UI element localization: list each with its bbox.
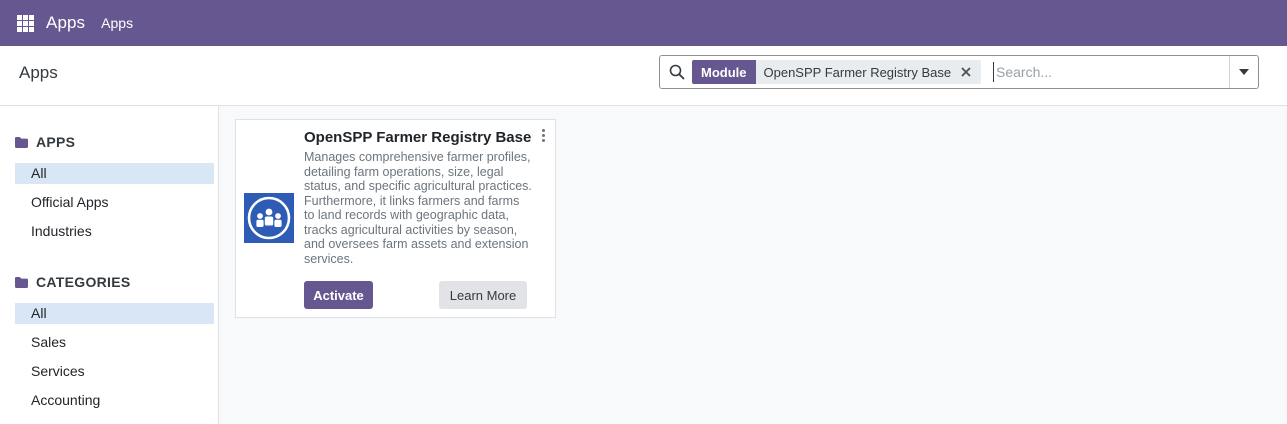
navbar-brand[interactable]: Apps [46, 13, 85, 33]
top-navbar: Apps Apps [0, 0, 1287, 46]
facet-value: OpenSPP Farmer Registry Base [755, 60, 958, 84]
sidebar-item-official-apps[interactable]: Official Apps [15, 192, 214, 213]
navbar-menu-apps[interactable]: Apps [101, 15, 133, 31]
app-card[interactable]: OpenSPP Farmer Registry Base Manages com… [235, 119, 556, 318]
app-title: OpenSPP Farmer Registry Base [304, 129, 532, 146]
search-input[interactable] [993, 62, 1223, 82]
section-title: CATEGORIES [36, 274, 131, 290]
learn-more-button[interactable]: Learn More [439, 281, 527, 309]
apps-grid-icon[interactable] [17, 14, 34, 32]
farmer-group-icon [247, 196, 291, 240]
sidebar-item-all-categories[interactable]: All [15, 303, 214, 324]
categories-section-header: CATEGORIES [15, 274, 131, 290]
folder-icon [15, 276, 28, 288]
app-description: Manages comprehensive farmer profiles, d… [304, 150, 532, 266]
facet-label: Module [692, 60, 756, 84]
search-icon[interactable] [669, 64, 685, 80]
sidebar-item-accounting[interactable]: Accounting [15, 390, 214, 411]
folder-icon [15, 136, 28, 148]
activate-button[interactable]: Activate [304, 281, 373, 309]
search-facet: Module OpenSPP Farmer Registry Base [692, 60, 982, 84]
filter-sidebar: APPS All Official Apps Industries CATEGO… [0, 106, 219, 424]
page-title: Apps [19, 63, 58, 82]
sidebar-item-all-apps[interactable]: All [15, 163, 214, 184]
kebab-menu-icon[interactable] [541, 129, 547, 143]
control-panel: Apps Module OpenSPP Farmer Registry Base [0, 46, 1287, 106]
apps-section-header: APPS [15, 134, 75, 150]
app-logo [244, 193, 294, 243]
caret-down-icon [1239, 69, 1249, 75]
sidebar-item-industries[interactable]: Industries [15, 221, 214, 242]
search-bar[interactable]: Module OpenSPP Farmer Registry Base [659, 55, 1259, 89]
apps-kanban: OpenSPP Farmer Registry Base Manages com… [219, 106, 1287, 424]
sidebar-item-services[interactable]: Services [15, 361, 214, 382]
facet-remove-icon[interactable] [957, 60, 982, 84]
section-title: APPS [36, 134, 76, 150]
sidebar-item-sales[interactable]: Sales [15, 332, 214, 353]
search-options-toggle[interactable] [1229, 56, 1258, 88]
